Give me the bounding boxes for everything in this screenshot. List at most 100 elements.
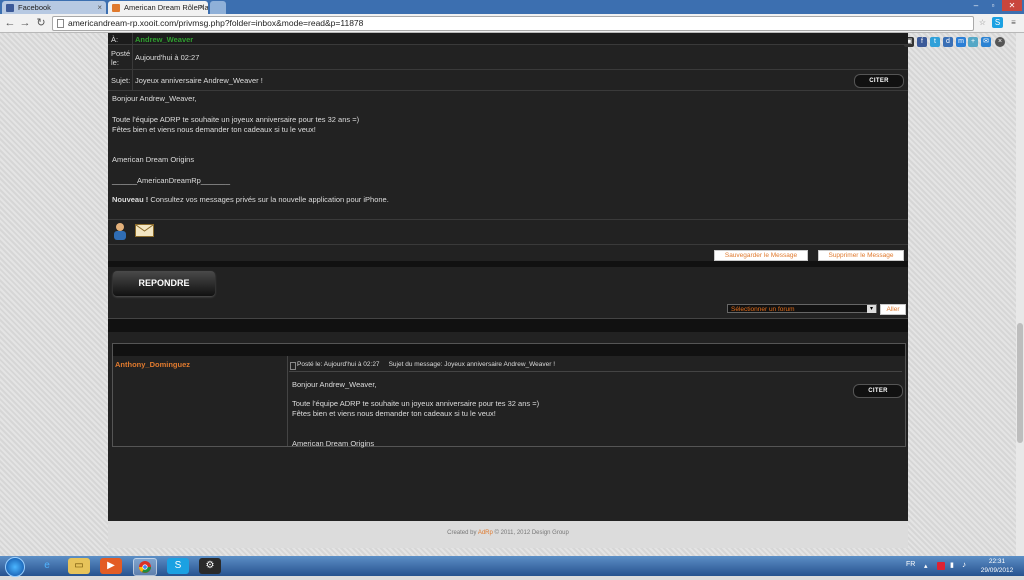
recipient-link[interactable]: Andrew_Weaver (135, 35, 193, 44)
media-player-icon[interactable]: ▶ (100, 558, 122, 574)
history-line: Bonjour Andrew_Weaver, (292, 380, 377, 389)
history-line: Fêtes bien et viens nous demander ton ca… (292, 409, 496, 418)
to-label: À: (111, 35, 119, 44)
message-greeting: Bonjour Andrew_Weaver, (112, 94, 197, 103)
history-line: American Dream Origins (292, 439, 375, 448)
history-table: Anthony_Dominguez Posté le: Aujourd'hui … (112, 343, 906, 448)
column-divider (132, 70, 133, 90)
site-favicon-icon (112, 4, 120, 12)
subject-row: Sujet: Joyeux anniversaire Andrew_Weaver… (108, 70, 908, 91)
separator (108, 243, 908, 245)
go-button[interactable]: Aller (880, 304, 906, 315)
browser-toolbar: ← → ↻ americandream-rp.xooit.com/privmsg… (0, 14, 1024, 33)
posted-date: Aujourd'hui à 02:27 (135, 53, 200, 62)
back-icon[interactable]: ← (3, 16, 17, 30)
delete-message-button[interactable]: Supprimer le Message (818, 250, 904, 261)
post-author[interactable]: Anthony_Dominguez (115, 360, 190, 369)
tray-flag-icon[interactable] (937, 562, 945, 570)
page-icon (57, 19, 64, 28)
window-close-icon[interactable]: ✕ (1002, 0, 1022, 11)
delicious-share-icon[interactable]: d (943, 37, 953, 47)
skype-extension-icon[interactable]: S (992, 17, 1003, 28)
tab-label: American Dream RôlePlay (124, 3, 208, 12)
forum-select-value: Sélectionner un forum (731, 306, 795, 313)
start-button[interactable] (5, 557, 25, 577)
credit-prefix: Created by (447, 530, 478, 536)
steam-icon[interactable]: ⚙ (199, 558, 221, 574)
page-scrollbar[interactable] (1016, 33, 1024, 556)
footer: Created by AdRp © 2011, 2012 Design Grou… (108, 521, 908, 548)
credit-brand-link[interactable]: AdRp (478, 530, 493, 536)
skype-icon[interactable]: S (167, 558, 189, 574)
network-icon[interactable]: ▮ (950, 562, 958, 570)
star-icon[interactable]: ☆ (977, 17, 988, 28)
post-meta-row: Posté le: Aujourd'hui à 02:27 Sujet du m… (289, 361, 902, 372)
history-title-bar (108, 319, 908, 332)
minimize-icon[interactable]: – (968, 0, 984, 11)
history-line: Toute l'équipe ADRP te souhaite un joyeu… (292, 399, 540, 408)
close-widget-icon[interactable]: × (995, 37, 1005, 47)
clock-time: 22:31 (988, 558, 1006, 565)
internet-explorer-icon[interactable]: e (36, 558, 58, 574)
column-divider (132, 45, 133, 69)
facebook-icon (6, 4, 14, 12)
post-meta: Posté le: Aujourd'hui à 02:27 Sujet du m… (297, 361, 556, 368)
share-widget-icon[interactable]: + (968, 37, 978, 47)
scrollbar-thumb[interactable] (1017, 323, 1023, 443)
twitter-share-icon[interactable]: t (930, 37, 940, 47)
column-divider (287, 356, 288, 446)
posted-label: Posté (111, 49, 131, 58)
message-line: Fêtes bien et viens nous demander ton ca… (112, 125, 316, 134)
quote-button[interactable]: CITER (853, 384, 903, 398)
recipient-row: À: Andrew_Weaver (108, 33, 908, 45)
posted-row: Posté le: Aujourd'hui à 02:27 (108, 45, 908, 70)
profile-icon[interactable] (112, 222, 128, 240)
column-divider (132, 33, 133, 44)
private-message-icon[interactable] (135, 224, 154, 237)
subject-label: Sujet: (111, 76, 131, 85)
tab-american-dream[interactable]: American Dream RôlePlay × (108, 1, 208, 14)
subject-value: Joyeux anniversaire Andrew_Weaver ! (135, 76, 263, 85)
volume-icon[interactable]: ♪ (962, 561, 970, 569)
message-signature: American Dream Origins (112, 155, 195, 164)
forum-select[interactable]: Sélectionner un forum ▾ (727, 304, 877, 313)
notice-bold: Nouveau ! (112, 195, 149, 204)
close-icon[interactable]: × (97, 1, 102, 14)
message-signature-line: ______AmericanDreamRp_______ (112, 176, 230, 185)
wrench-menu-icon[interactable]: ≡ (1008, 17, 1019, 28)
history-table-header (113, 344, 905, 356)
post-icon (290, 362, 296, 370)
separator (108, 218, 908, 220)
quote-button[interactable]: CITER (854, 74, 904, 88)
forward-icon[interactable]: → (18, 16, 32, 30)
chevron-down-icon: ▾ (867, 305, 876, 313)
url-text: americandream-rp.xooit.com/privmsg.php?f… (68, 18, 364, 28)
file-explorer-icon[interactable]: ▭ (68, 558, 90, 574)
reload-icon[interactable]: ↻ (34, 16, 48, 30)
page-content: ▣ f t d m + ✉ × À: Andrew_Weaver Posté l… (0, 33, 1024, 556)
notice-text: Consultez vos messages privés sur la nou… (148, 195, 389, 204)
close-icon[interactable]: × (199, 1, 204, 14)
message-line: Toute l'équipe ADRP te souhaite un joyeu… (112, 115, 360, 124)
clock-date: 29/09/2012 (980, 567, 1014, 574)
credit-suffix: © 2011, 2012 Design Group (492, 530, 569, 536)
new-tab-button[interactable] (210, 1, 226, 14)
system-clock[interactable]: 22:31 29/09/2012 (974, 557, 1020, 575)
tray-arrow-icon[interactable]: ▴ (924, 562, 932, 570)
message-history-panel: Anthony_Dominguez Posté le: Aujourd'hui … (108, 318, 908, 522)
myspace-share-icon[interactable]: m (956, 37, 966, 47)
footer-credit: Created by AdRp © 2011, 2012 Design Grou… (108, 530, 908, 536)
tab-facebook[interactable]: Facebook × (2, 1, 106, 14)
iphone-notice: Nouveau ! Consultez vos messages privés … (112, 195, 389, 205)
reply-button[interactable]: REPONDRE (113, 271, 215, 296)
tab-label: Facebook (18, 3, 51, 12)
email-share-icon[interactable]: ✉ (981, 37, 991, 47)
facebook-share-icon[interactable]: f (917, 37, 927, 47)
chrome-icon[interactable] (133, 558, 157, 576)
address-bar[interactable]: americandream-rp.xooit.com/privmsg.php?f… (52, 16, 974, 31)
maximize-icon[interactable]: ▫ (985, 0, 1001, 11)
panel-bottom-bar (108, 261, 908, 267)
save-message-button[interactable]: Sauvegarder le Message (714, 250, 808, 261)
posted-label-2: le: (111, 58, 119, 67)
language-indicator[interactable]: FR (906, 561, 915, 568)
